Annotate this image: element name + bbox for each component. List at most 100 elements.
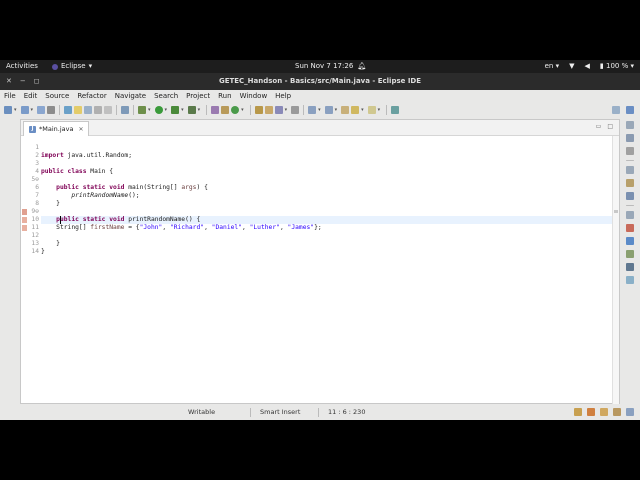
overview-ruler[interactable] <box>612 136 619 404</box>
restore-icon[interactable] <box>626 211 634 219</box>
status-bar: Writable Smart Insert 11 : 6 : 230 <box>0 405 640 420</box>
skip-breakpoints-icon[interactable] <box>121 106 130 114</box>
menu-navigate[interactable]: Navigate <box>111 90 150 102</box>
code-line: 4 <box>35 168 39 175</box>
minimize-window-icon[interactable]: − <box>20 73 26 90</box>
save-icon[interactable] <box>20 106 29 114</box>
battery-indicator[interactable]: ▮ 100 % ▾ <box>600 60 634 73</box>
code-line: 14 <box>31 248 39 255</box>
console-icon[interactable] <box>626 263 634 271</box>
new-class-icon[interactable] <box>231 106 240 114</box>
new-icon[interactable] <box>4 106 12 114</box>
menu-source[interactable]: Source <box>41 90 73 102</box>
new-java-project-icon[interactable] <box>211 106 220 114</box>
show-whitespace-icon[interactable] <box>104 106 113 114</box>
toggle-breadcrumb-icon[interactable] <box>84 106 93 114</box>
app-menu[interactable]: Eclipse ▾ <box>52 60 92 73</box>
network-icon[interactable]: ▼ <box>569 60 574 73</box>
forward-icon[interactable] <box>367 106 376 114</box>
java-file-icon: J <box>29 125 36 133</box>
menu-edit[interactable]: Edit <box>20 90 42 102</box>
outline-icon[interactable] <box>626 134 634 142</box>
main-toolbar: ▾ ▾ ▾ ▾ ▾ ▾ ▾ ▾ ▾ ▾ ▾ ▾ <box>0 102 640 118</box>
back-icon[interactable] <box>351 106 360 114</box>
coverage-icon[interactable] <box>171 106 180 114</box>
code-line: 3 public class Main { <box>35 160 114 175</box>
open-task-icon[interactable] <box>264 106 273 114</box>
code-line: 11 <box>31 224 39 231</box>
overview-marker[interactable] <box>614 210 618 213</box>
status-divider <box>318 408 319 417</box>
toolbar-divider <box>386 105 388 115</box>
tab-main-java[interactable]: J *Main.java ✕ <box>23 121 90 136</box>
problems-icon[interactable] <box>626 224 634 232</box>
fast-view-icon[interactable] <box>626 408 634 416</box>
open-perspective-icon[interactable] <box>612 106 620 114</box>
next-annotation-icon[interactable] <box>308 106 317 114</box>
open-console-icon[interactable] <box>291 106 300 114</box>
menu-run[interactable]: Run <box>214 90 235 102</box>
clock[interactable]: Sun Nov 7 17:26 🔔︎ <box>295 60 366 73</box>
close-tab-icon[interactable]: ✕ <box>78 126 83 133</box>
save-all-icon[interactable] <box>37 106 46 114</box>
toolbar-divider <box>206 105 208 115</box>
menu-file[interactable]: File <box>0 90 20 102</box>
tip-icon[interactable] <box>587 408 595 416</box>
javadoc-icon[interactable] <box>626 237 634 245</box>
notifications-icon[interactable] <box>613 408 621 416</box>
java-perspective-icon[interactable] <box>626 106 634 114</box>
toolbar-divider <box>303 105 305 115</box>
code-line: 5⊖ public static void main(String[] args… <box>31 176 208 191</box>
menu-bar: File Edit Source Refactor Navigate Searc… <box>0 90 640 102</box>
code-line: 6 printRandomName(); <box>35 184 140 199</box>
code-line: 12 } <box>31 232 60 247</box>
problems-status-icon[interactable] <box>600 408 608 416</box>
language-indicator[interactable]: en ▾ <box>545 60 560 73</box>
code-editor[interactable]: 1 import java.util.Random; 2 3 public cl… <box>21 136 619 404</box>
external-tools-icon[interactable] <box>187 106 196 114</box>
menu-window[interactable]: Window <box>236 90 272 102</box>
divider <box>626 205 634 206</box>
progress-icon[interactable] <box>626 276 634 284</box>
code-line: 2 <box>35 152 39 159</box>
search-icon[interactable] <box>274 106 283 114</box>
status-cursor-position[interactable]: 11 : 6 : 230 <box>328 408 365 416</box>
pin-editor-icon[interactable] <box>391 106 400 114</box>
menu-help[interactable]: Help <box>271 90 295 102</box>
notification-bell-icon: 🔔︎ <box>357 62 367 70</box>
highlight-icon[interactable] <box>74 106 83 114</box>
menu-refactor[interactable]: Refactor <box>73 90 110 102</box>
block-selection-icon[interactable] <box>94 106 103 114</box>
previous-annotation-icon[interactable] <box>324 106 333 114</box>
declaration-icon[interactable] <box>626 250 634 258</box>
toolbar-divider <box>249 105 251 115</box>
minimize-editor-icon[interactable]: ▭ <box>596 123 602 130</box>
last-edit-location-icon[interactable] <box>341 106 350 114</box>
status-insert-mode[interactable]: Smart Insert <box>260 408 300 416</box>
maximize-window-icon[interactable]: ◻ <box>34 73 40 90</box>
package-explorer-icon[interactable] <box>626 179 634 187</box>
menu-search[interactable]: Search <box>150 90 182 102</box>
background-tasks-icon[interactable] <box>574 408 582 416</box>
open-type-icon[interactable] <box>254 106 263 114</box>
restore-icon[interactable] <box>626 166 634 174</box>
restore-icon[interactable] <box>626 121 634 129</box>
pin-icon[interactable] <box>64 106 73 114</box>
volume-icon[interactable]: ◀ <box>585 60 590 73</box>
task-list-icon[interactable] <box>626 147 634 155</box>
hierarchy-icon[interactable] <box>626 192 634 200</box>
text-caret <box>60 216 61 224</box>
menu-project[interactable]: Project <box>182 90 214 102</box>
code-line: 10 String[] firstName = {"John", "Richar… <box>31 216 322 231</box>
toolbar-divider <box>116 105 118 115</box>
debug-icon[interactable] <box>138 106 147 114</box>
run-icon[interactable] <box>154 106 163 114</box>
editor-pane: J *Main.java ✕ ▭ □ 1 import java.util.Ra… <box>20 119 620 404</box>
close-window-icon[interactable]: ✕ <box>6 73 12 90</box>
print-icon[interactable] <box>47 106 56 114</box>
toolbar-divider <box>59 105 61 115</box>
activities-button[interactable]: Activities <box>6 60 38 73</box>
new-package-icon[interactable] <box>221 106 230 114</box>
code-line: 8 <box>35 200 39 207</box>
maximize-editor-icon[interactable]: □ <box>607 123 613 130</box>
